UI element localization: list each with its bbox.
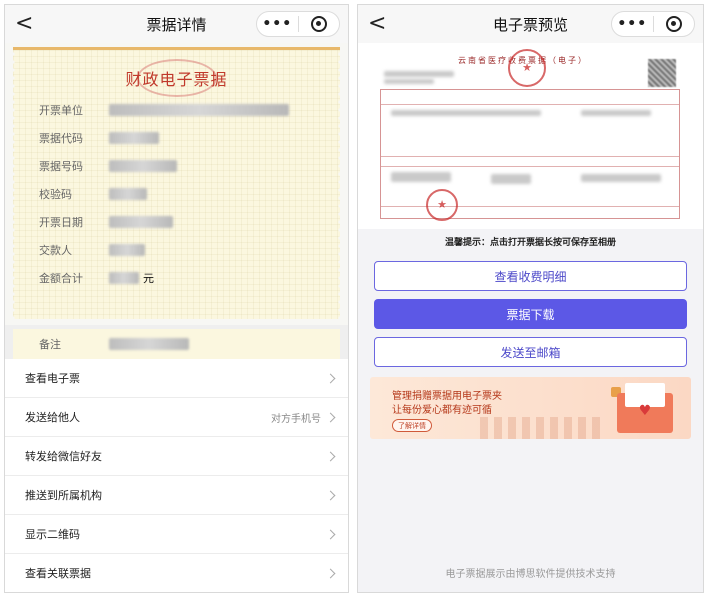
back-icon[interactable]: < (15, 10, 33, 38)
menu-hint: 对方手机号 (271, 413, 321, 425)
nav-bar: < 电子票预览 ••• (358, 5, 703, 43)
mini-program-capsule: ••• (611, 11, 695, 37)
more-icon[interactable]: ••• (257, 16, 298, 32)
field-label: 票据代码 (39, 132, 83, 145)
field-label: 票据号码 (39, 160, 83, 173)
redacted-value (109, 188, 147, 200)
field-label: 校验码 (39, 188, 72, 201)
invoice-table (380, 89, 680, 219)
redacted-value (109, 160, 177, 172)
field-issuer: 开票单位 (13, 96, 340, 124)
field-total: 金额合计 元 (13, 264, 340, 292)
redacted-value (109, 132, 159, 144)
ticket-container: 财政电子票据 开票单位 票据代码 票据号码 校验码 开票日期 交款人 金额合计 … (5, 43, 348, 319)
redacted-value (109, 338, 189, 350)
envelope-icon: ♥ (617, 383, 673, 433)
field-label: 金额合计 (39, 272, 83, 285)
field-issue-date: 开票日期 (13, 208, 340, 236)
action-menu: 查看电子票 发送给他人 对方手机号 转发给微信好友 推送到所属机构 显示二维码 … (5, 359, 348, 592)
menu-label: 查看关联票据 (25, 567, 91, 580)
ticket-header: 财政电子票据 (13, 59, 340, 97)
save-tip: 温馨提示：点击打开票据长按可保存至相册 (444, 238, 616, 248)
official-seal-icon (426, 189, 458, 221)
official-seal-icon (508, 49, 546, 87)
field-payer: 交款人 (13, 236, 340, 264)
redacted-value (109, 216, 173, 228)
ticket-separator (5, 319, 348, 325)
menu-label: 转发给微信好友 (25, 450, 102, 463)
menu-related-tickets[interactable]: 查看关联票据 (5, 554, 348, 592)
table-line (381, 156, 679, 157)
nav-bar: < 票据详情 ••• (5, 5, 348, 43)
close-icon[interactable] (654, 16, 695, 32)
chevron-right-icon (325, 529, 336, 539)
menu-forward-wechat[interactable]: 转发给微信好友 (5, 437, 348, 476)
table-line (381, 104, 679, 105)
table-line (381, 166, 679, 167)
page-title: 电子票预览 (492, 15, 568, 34)
menu-show-qrcode[interactable]: 显示二维码 (5, 515, 348, 554)
e-ticket-preview-screen: < 电子票预览 ••• 云南省医疗收费票据（电子） ★ ★ 温馨提示：点击打开票… (357, 4, 704, 593)
field-number: 票据号码 (13, 152, 340, 180)
learn-more-button[interactable]: 了解详情 (392, 419, 432, 432)
field-remark: 备注 (13, 329, 340, 359)
close-icon[interactable] (299, 16, 340, 32)
field-label: 备注 (39, 338, 61, 351)
chevron-right-icon (325, 412, 336, 422)
more-icon[interactable]: ••• (612, 16, 653, 32)
qrcode-icon (648, 59, 676, 87)
redacted-value (109, 104, 289, 116)
field-label: 开票日期 (39, 216, 83, 229)
tech-support-footer: 电子票据展示由博思软件提供技术支持 (445, 569, 616, 580)
menu-label: 显示二维码 (25, 528, 80, 541)
field-code: 票据代码 (13, 124, 340, 152)
mini-program-capsule: ••• (256, 11, 340, 37)
chevron-right-icon (325, 373, 336, 383)
invoice-preview[interactable]: 云南省医疗收费票据（电子） (358, 43, 703, 229)
menu-label: 查看电子票 (25, 372, 80, 385)
redacted-text (384, 71, 454, 77)
page-title: 票据详情 (146, 15, 207, 34)
promo-banner[interactable]: 管理捐赠票据用电子票夹 让每份爱心都有迹可循 了解详情 ♥ (370, 377, 691, 439)
redacted-text (384, 79, 434, 84)
redacted-text (391, 172, 451, 182)
currency-unit: 元 (143, 272, 154, 285)
invoice-image: 云南省医疗收费票据（电子） (380, 49, 680, 225)
redacted-text (391, 110, 541, 116)
ticket-title: 财政电子票据 (125, 70, 228, 89)
download-ticket-button[interactable]: 票据下载 (374, 299, 687, 329)
send-to-email-button[interactable]: 发送至邮箱 (374, 337, 687, 367)
heart-icon: ♥ (638, 403, 652, 419)
redacted-value (109, 272, 139, 284)
menu-send-to-others[interactable]: 发送给他人 对方手机号 (5, 398, 348, 437)
chevron-right-icon (325, 490, 336, 500)
redacted-text (491, 174, 531, 184)
view-fee-detail-button[interactable]: 查看收费明细 (374, 261, 687, 291)
field-label: 开票单位 (39, 104, 83, 117)
chevron-right-icon (325, 568, 336, 578)
back-icon[interactable]: < (368, 10, 386, 38)
banner-line-1: 管理捐赠票据用电子票夹 (392, 391, 502, 402)
chevron-right-icon (325, 451, 336, 461)
redacted-value (109, 244, 145, 256)
banner-line-2: 让每份爱心都有迹可循 (392, 405, 492, 416)
field-label: 交款人 (39, 244, 72, 257)
menu-view-e-ticket[interactable]: 查看电子票 (5, 359, 348, 398)
field-check-code: 校验码 (13, 180, 340, 208)
menu-push-to-institution[interactable]: 推送到所属机构 (5, 476, 348, 515)
menu-label: 发送给他人 (25, 411, 80, 424)
skyline-decoration (480, 417, 600, 439)
menu-label: 推送到所属机构 (25, 489, 102, 502)
bill-detail-screen: < 票据详情 ••• 财政电子票据 开票单位 票据代码 票据号码 校验码 开票日… (4, 4, 349, 593)
redacted-text (581, 110, 651, 116)
fiscal-ticket: 财政电子票据 开票单位 票据代码 票据号码 校验码 开票日期 交款人 金额合计 … (11, 47, 342, 319)
redacted-text (581, 174, 661, 182)
